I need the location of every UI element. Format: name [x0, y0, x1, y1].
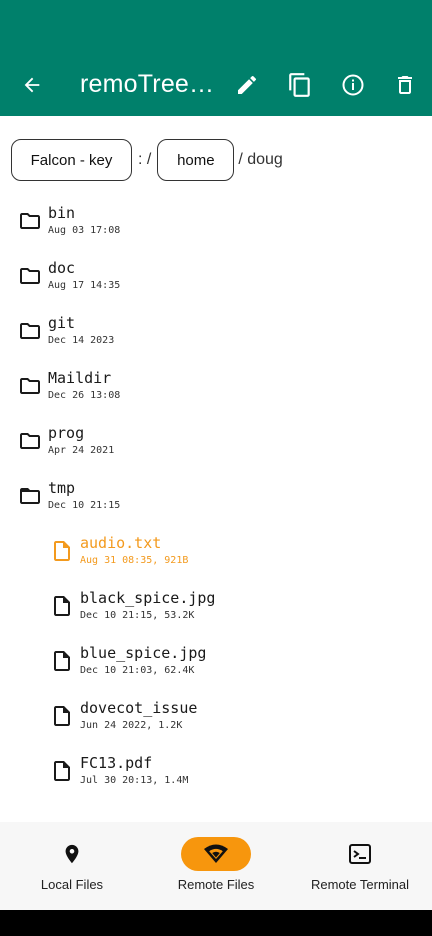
list-item[interactable]: git Dec 14 2023 — [18, 303, 114, 358]
app-root: remoTree… Falcon - key : / home / doug b… — [0, 0, 432, 910]
nav-label: Local Files — [40, 877, 104, 892]
list-item[interactable]: bin Aug 03 17:08 — [18, 193, 120, 248]
arrow-left-icon — [24, 77, 40, 93]
file-name: black_spice.jpg — [80, 588, 216, 607]
file-meta: Jun 24 2022, 1.2K — [80, 719, 183, 731]
file-name: dovecot_issue — [80, 698, 198, 717]
nav-icon-container — [325, 837, 395, 871]
file-meta: Dec 10 21:15, 53.2K — [80, 609, 195, 621]
file-name: doc — [48, 258, 76, 277]
list-item[interactable]: doc Aug 17 14:35 — [18, 248, 120, 303]
file-meta: Dec 10 21:03, 62.4K — [80, 664, 195, 676]
wifi-icon — [204, 844, 228, 863]
file-icon — [50, 759, 74, 783]
file-name: prog — [48, 423, 85, 442]
folder-icon — [18, 374, 42, 398]
app-bar: remoTree… — [0, 0, 432, 116]
breadcrumb-separator: : / — [138, 151, 152, 168]
list-item[interactable]: Maildir Dec 26 13:08 — [18, 358, 120, 413]
file-name: FC13.pdf — [80, 753, 153, 772]
home-chip[interactable]: home — [157, 139, 235, 181]
host-chip[interactable]: Falcon - key — [11, 139, 132, 181]
info-button[interactable] — [335, 67, 371, 103]
nav-icon-container-active — [181, 837, 251, 871]
file-meta: Aug 31 08:35, 921B — [80, 554, 189, 566]
file-icon — [50, 649, 74, 673]
file-name: Maildir — [48, 368, 112, 387]
copy-button[interactable] — [282, 67, 318, 103]
file-icon — [50, 704, 74, 728]
folder-icon — [18, 209, 42, 233]
nav-icon-container — [37, 837, 107, 871]
nav-label: Remote Terminal — [310, 877, 410, 892]
folder-open-icon — [18, 484, 42, 508]
delete-icon — [398, 76, 412, 94]
location-pin-icon — [65, 844, 79, 864]
list-item[interactable]: prog Apr 24 2021 — [18, 413, 114, 468]
file-name: tmp — [48, 478, 76, 497]
file-icon — [50, 539, 74, 563]
file-meta: Aug 17 14:35 — [48, 279, 121, 291]
file-name: audio.txt — [80, 533, 162, 552]
list-item[interactable]: blue_spice.jpg Dec 10 21:03, 62.4K — [50, 633, 206, 688]
terminal-icon — [349, 844, 371, 864]
info-icon — [342, 74, 364, 96]
folder-icon — [18, 429, 42, 453]
file-meta: Aug 03 17:08 — [48, 224, 121, 236]
file-meta: Dec 14 2023 — [48, 334, 115, 346]
folder-icon — [18, 319, 42, 343]
list-item[interactable]: FC13.pdf Jul 30 20:13, 1.4M — [50, 743, 188, 798]
file-meta: Jul 30 20:13, 1.4M — [80, 774, 189, 786]
file-name: bin — [48, 203, 76, 222]
system-navigation-bar — [0, 910, 432, 936]
file-name: git — [48, 313, 76, 332]
breadcrumb: Falcon - key : / home / doug — [11, 139, 283, 181]
nav-remote-files[interactable]: Remote Files — [144, 822, 288, 910]
file-name: blue_spice.jpg — [80, 643, 207, 662]
back-button[interactable] — [16, 67, 48, 103]
breadcrumb-current: / doug — [238, 151, 283, 168]
nav-label: Remote Files — [177, 877, 255, 892]
list-item[interactable]: dovecot_issue Jun 24 2022, 1.2K — [50, 688, 197, 743]
nav-local-files[interactable]: Local Files — [0, 822, 144, 910]
copy-icon — [289, 73, 310, 97]
file-meta: Dec 26 13:08 — [48, 389, 121, 401]
list-item-selected[interactable]: audio.txt Aug 31 08:35, 921B — [50, 523, 188, 578]
folder-icon — [18, 264, 42, 288]
app-title: remoTree… — [80, 70, 215, 98]
delete-button[interactable] — [387, 67, 423, 103]
nav-remote-terminal[interactable]: Remote Terminal — [288, 822, 432, 910]
list-item[interactable]: tmp Dec 10 21:15 — [18, 468, 120, 523]
file-meta: Apr 24 2021 — [48, 444, 115, 456]
list-item[interactable]: black_spice.jpg Dec 10 21:15, 53.2K — [50, 578, 215, 633]
bottom-navigation: Local Files Remote Files Remote Terminal — [0, 822, 432, 910]
edit-button[interactable] — [229, 67, 265, 103]
file-icon — [50, 594, 74, 618]
file-meta: Dec 10 21:15 — [48, 499, 121, 511]
edit-icon — [238, 75, 257, 94]
